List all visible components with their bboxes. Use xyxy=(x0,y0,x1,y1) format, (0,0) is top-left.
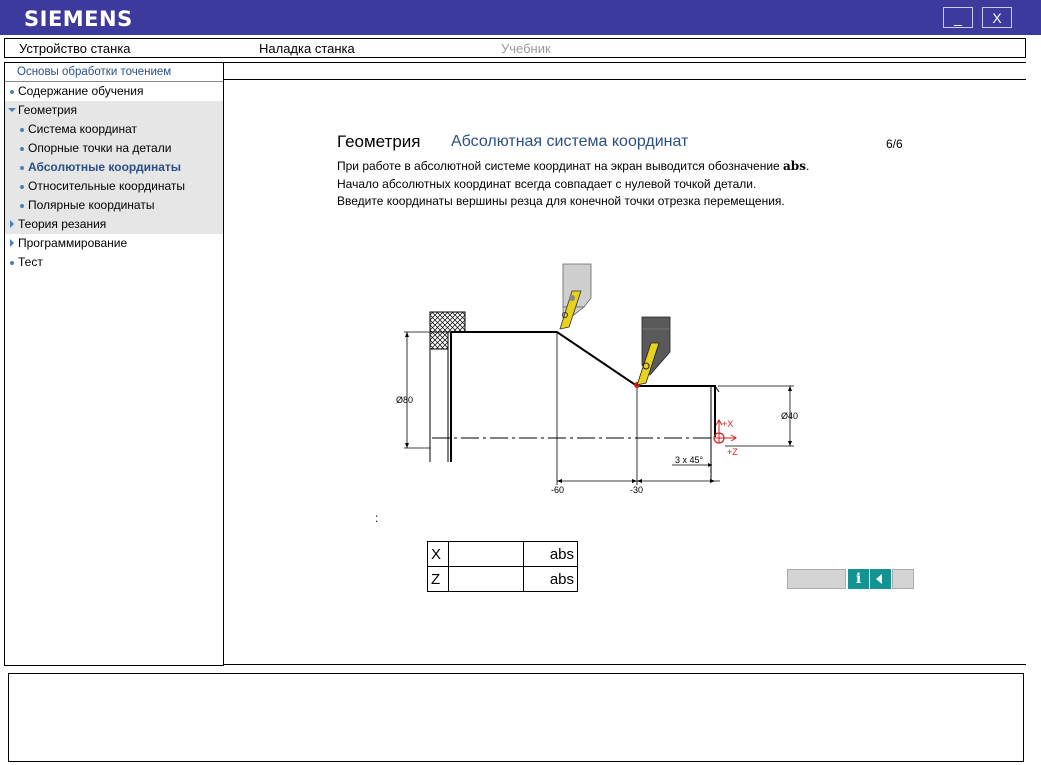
collapsed-arrow-icon xyxy=(10,239,14,247)
tree-item-label: Опорные точки на детали xyxy=(28,141,172,155)
input-prompt: : xyxy=(375,511,379,525)
bullet-icon xyxy=(20,204,24,208)
bullet-icon xyxy=(10,90,14,94)
tree-item-relative-coordinates[interactable]: Относительные координаты xyxy=(5,177,223,196)
axis-z-label: +Z xyxy=(727,447,738,457)
bullet-icon xyxy=(20,166,24,170)
siemens-logo: SIEMENS xyxy=(24,7,133,31)
back-button[interactable] xyxy=(870,569,891,589)
menu-machine-device[interactable]: Устройство станка xyxy=(19,41,131,56)
z-value-field[interactable] xyxy=(448,566,524,592)
tree-item-contents[interactable]: Содержание обучения xyxy=(5,82,223,101)
tree-item-label: Полярные координаты xyxy=(28,198,155,212)
menu-machine-setup[interactable]: Наладка станка xyxy=(259,41,355,56)
tree-item-absolute-coordinates[interactable]: Абсолютные координаты xyxy=(5,158,223,177)
tree-item-geometry[interactable]: Геометрия xyxy=(5,101,223,120)
bullet-icon xyxy=(20,147,24,151)
tree-item-label: Абсолютные координаты xyxy=(28,160,181,174)
dim-d80-label: Ø80 xyxy=(396,395,413,405)
page-indicator: 6/6 xyxy=(886,137,903,151)
lesson-title: Геометрия xyxy=(337,132,421,151)
sidebar-tree: Основы обработки точением Содержание обу… xyxy=(4,62,224,666)
abs-term: abs xyxy=(783,159,806,173)
x-value-field[interactable] xyxy=(448,541,524,567)
content-header-strip xyxy=(224,62,1026,80)
lesson-subtitle: Абсолютная система координат xyxy=(451,133,689,150)
tree-item-programming[interactable]: Программирование xyxy=(5,234,223,253)
collapsed-arrow-icon xyxy=(10,220,14,228)
cutting-tool-end-icon xyxy=(636,316,671,386)
tree-item-polar-coordinates[interactable]: Полярные координаты xyxy=(5,196,223,215)
axis-x-label: +X xyxy=(722,419,733,429)
tree-item-label: Программирование xyxy=(18,236,128,250)
minimize-button[interactable]: _ xyxy=(943,7,973,28)
coordinate-input-table: X abs Z abs xyxy=(427,541,578,592)
title-bar: SIEMENS _ X xyxy=(0,0,1041,35)
tree-item-label: Относительные координаты xyxy=(28,179,185,193)
content-bottom-line xyxy=(224,664,1026,665)
tree-item-label: Теория резания xyxy=(18,217,107,231)
tree-item-label: Система координат xyxy=(28,122,138,136)
tree-item-label: Тест xyxy=(18,255,43,269)
expanded-arrow-icon xyxy=(8,108,16,112)
check-button-disabled[interactable] xyxy=(787,569,846,589)
bullet-icon xyxy=(20,128,24,132)
turning-part-drawing: Ø80 Ø40 3 x 45° -60 -30 +X +Z xyxy=(396,263,798,495)
menu-bar: Устройство станка Наладка станка Учебник xyxy=(4,38,1026,58)
table-row: X abs xyxy=(427,541,578,567)
cutting-tool-start-icon xyxy=(559,263,592,330)
tick-minus-30: -30 xyxy=(630,485,643,495)
forward-button-disabled[interactable] xyxy=(892,569,914,589)
message-panel xyxy=(8,673,1024,762)
close-button[interactable]: X xyxy=(982,7,1012,28)
chamfer-label: 3 x 45° xyxy=(675,455,704,465)
table-row: Z abs xyxy=(427,566,578,592)
tree-item-reference-points[interactable]: Опорные точки на детали xyxy=(5,139,223,158)
part-contour xyxy=(450,331,716,462)
bullet-icon xyxy=(10,261,14,265)
tree-item-label: Геометрия xyxy=(18,103,77,117)
z-unit-label: abs xyxy=(523,566,578,592)
tree-item-cutting-theory[interactable]: Теория резания xyxy=(5,215,223,234)
tree-item-test[interactable]: Тест xyxy=(5,253,223,272)
bullet-icon xyxy=(20,185,24,189)
tree-item-label: Содержание обучения xyxy=(18,84,144,98)
axis-label-x: X xyxy=(427,541,449,567)
description-line-1: При работе в абсолютной системе координа… xyxy=(337,159,810,173)
dim-d40-label: Ø40 xyxy=(781,411,798,421)
tree-item-coordinate-system[interactable]: Система координат xyxy=(5,120,223,139)
description-line-2: Начало абсолютных координат всегда совпа… xyxy=(337,177,757,191)
sidebar-header: Основы обработки точением xyxy=(5,63,223,82)
tick-minus-60: -60 xyxy=(551,485,564,495)
menu-tutorial[interactable]: Учебник xyxy=(501,41,551,56)
chuck-jaw-bottom xyxy=(429,331,449,350)
description-line-3: Введите координаты вершины резца для кон… xyxy=(337,194,785,208)
chuck-jaw-top xyxy=(429,311,466,333)
info-button[interactable]: i xyxy=(848,569,869,589)
x-unit-label: abs xyxy=(523,541,578,567)
arrow-left-icon xyxy=(876,574,882,584)
axis-label-z: Z xyxy=(427,566,449,592)
